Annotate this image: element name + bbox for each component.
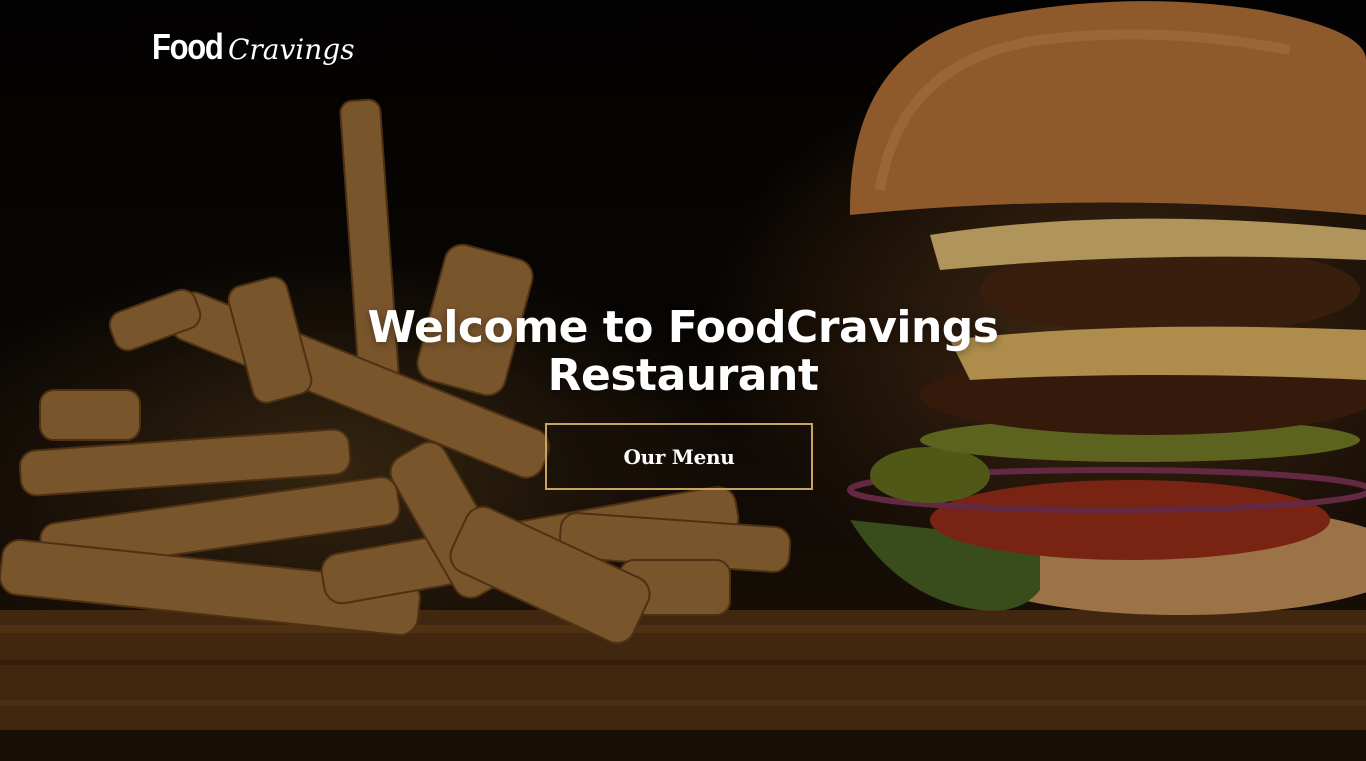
hero-headline: Welcome to FoodCravings Restaurant <box>183 304 1183 400</box>
our-menu-button[interactable]: Our Menu <box>545 423 813 490</box>
logo-cravings-text: Cravings <box>227 33 355 66</box>
site-logo[interactable]: Food Cravings <box>152 26 355 68</box>
headline-line-2: Restaurant <box>547 350 819 401</box>
hero-section: Food Cravings Welcome to FoodCravings Res… <box>0 0 1366 761</box>
logo-food-text: Food <box>152 26 224 67</box>
headline-line-1: Welcome to FoodCravings <box>367 302 999 353</box>
